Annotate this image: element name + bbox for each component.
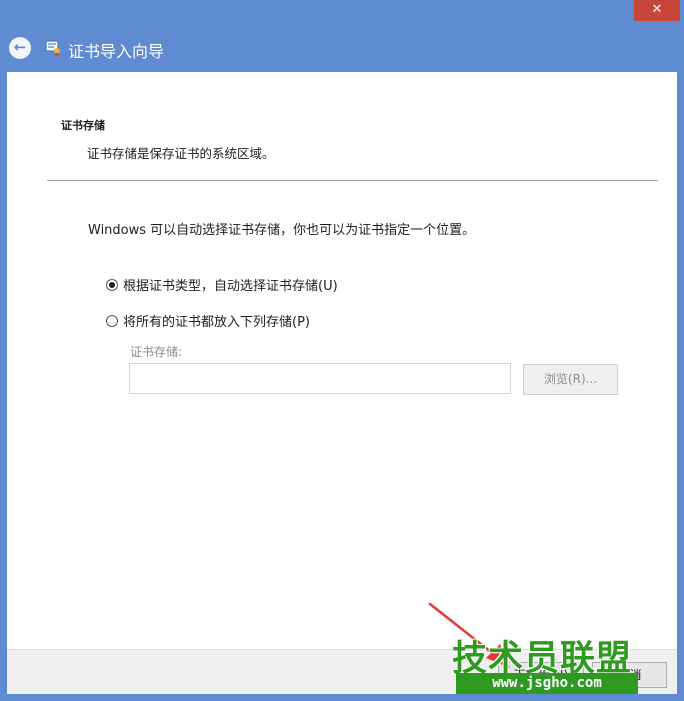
auto-select-store-option[interactable]: 根据证书类型，自动选择证书存储(U) [106, 275, 338, 294]
close-icon: ✕ [651, 2, 663, 17]
certificate-store-field [129, 363, 511, 394]
browse-button: 浏览(R)... [523, 364, 618, 395]
window-title: 证书导入向导 [68, 42, 165, 61]
back-arrow-icon: ← [13, 38, 27, 56]
radio-button-selected[interactable] [106, 278, 118, 291]
instruction-text: Windows 可以自动选择证书存储，你也可以为证书指定一个位置。 [88, 223, 476, 238]
radio-button[interactable] [106, 314, 118, 327]
page-subheading: 证书存储是保存证书的系统区域。 [87, 146, 275, 161]
back-button[interactable]: ← [9, 37, 31, 59]
wizard-page: 证书存储 证书存储是保存证书的系统区域。 Windows 可以自动选择证书存储，… [7, 72, 677, 694]
site-watermark: 技术员联盟 www.jsgho.com [452, 630, 642, 698]
certificate-icon [45, 40, 60, 56]
certificate-store-label: 证书存储: [130, 345, 183, 359]
header-divider [47, 180, 658, 181]
close-button[interactable]: ✕ [634, 0, 680, 21]
watermark-url: www.jsgho.com [456, 673, 638, 694]
title-bar: ✕ ← 证书导入向导 [0, 0, 684, 72]
place-in-store-label: 将所有的证书都放入下列存储(P) [123, 315, 310, 330]
place-in-store-option[interactable]: 将所有的证书都放入下列存储(P) [106, 311, 310, 330]
page-heading: 证书存储 [61, 119, 105, 132]
auto-select-store-label: 根据证书类型，自动选择证书存储(U) [123, 279, 338, 294]
